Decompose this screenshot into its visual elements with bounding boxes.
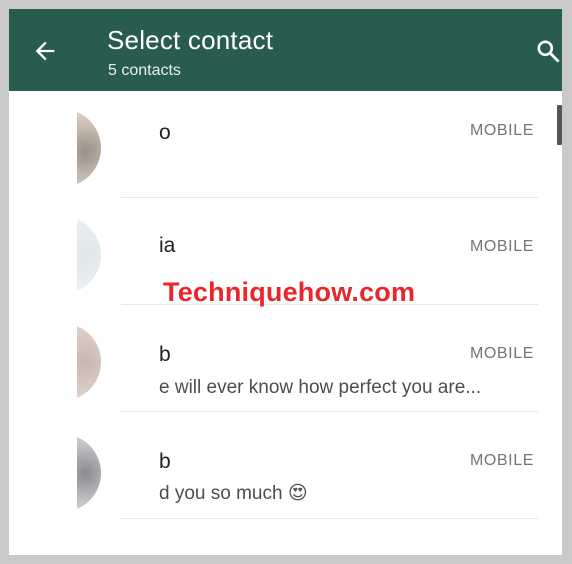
contact-name: ia (159, 234, 176, 257)
avatar-redaction (23, 323, 77, 401)
search-icon[interactable] (535, 38, 561, 64)
scrollbar-thumb[interactable] (557, 105, 562, 145)
avatar-redaction (23, 216, 77, 294)
avatar-redaction (23, 434, 77, 512)
contact-row[interactable]: o MOBILE (9, 91, 549, 197)
contact-name: b (159, 343, 171, 366)
contact-avatar (23, 323, 101, 401)
contact-type-badge: MOBILE (469, 345, 534, 362)
contact-type-badge: MOBILE (469, 122, 534, 139)
contact-type-badge: MOBILE (469, 238, 534, 255)
contact-row[interactable]: b MOBILE e will ever know how perfect yo… (9, 305, 549, 411)
page-title: Select contact (107, 25, 274, 55)
contact-type-badge: MOBILE (469, 452, 534, 469)
contact-row[interactable]: b MOBILE d you so much 😍 (9, 412, 549, 518)
contact-name: b (159, 450, 171, 473)
contact-count: 5 contacts (108, 62, 181, 79)
row-divider (121, 518, 538, 519)
avatar-redaction (23, 109, 77, 187)
app-frame: Select contact 5 contacts o MOBILE ia MO… (9, 9, 562, 555)
contact-name: o (159, 121, 171, 144)
contact-avatar (23, 109, 101, 187)
contact-avatar (23, 434, 101, 512)
contact-status: e will ever know how perfect you are... (159, 377, 482, 398)
contact-avatar (23, 216, 101, 294)
app-bar: Select contact 5 contacts (9, 9, 562, 91)
watermark-text: Techniquehow.com (163, 277, 416, 307)
contact-status: d you so much 😍 (159, 483, 308, 504)
arrow-left-icon[interactable] (31, 37, 59, 65)
